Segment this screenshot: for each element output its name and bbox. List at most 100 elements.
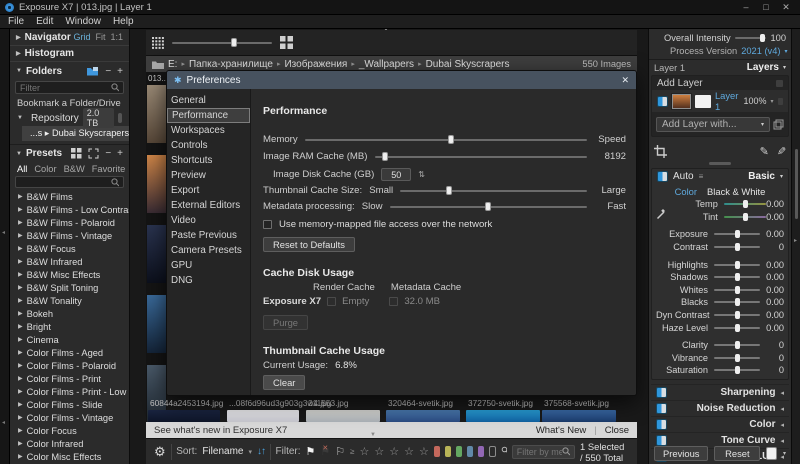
- sort-value-dropdown[interactable]: Filename: [202, 446, 243, 457]
- collapse-right-icon[interactable]: ▸: [794, 237, 797, 244]
- star-icon[interactable]: ☆: [404, 446, 414, 457]
- histogram-header[interactable]: ▶ Histogram: [10, 46, 129, 62]
- preset-folder[interactable]: ▶ Color Misc Effects: [10, 450, 129, 463]
- pen-tool-icon[interactable]: ✎: [760, 145, 769, 158]
- clarity-slider[interactable]: [714, 341, 760, 350]
- auto-menu-icon[interactable]: ≡: [699, 172, 704, 181]
- color-label-yellow[interactable]: [444, 446, 451, 457]
- stepper-arrows-icon[interactable]: ⇅: [418, 170, 425, 179]
- nav-mode-fit[interactable]: Fit: [95, 32, 105, 42]
- preset-folder[interactable]: ▶ B&W Infrared: [10, 255, 129, 268]
- left-collapse-strip[interactable]: ◂ ◂: [0, 29, 10, 464]
- star-icon[interactable]: ☆: [360, 446, 370, 457]
- dialog-nav-export[interactable]: Export: [167, 183, 250, 198]
- expand-panel-icon[interactable]: ◂: [780, 421, 784, 429]
- layer-options-icon[interactable]: [777, 97, 783, 105]
- remove-folder-icon[interactable]: −: [105, 66, 111, 77]
- flag-rejected-icon[interactable]: ⚑ ✕: [320, 445, 330, 458]
- haze-level-slider[interactable]: [714, 323, 760, 332]
- preset-folder[interactable]: ▶Color Films - Print - Low Contrast: [10, 385, 129, 398]
- thumbnail[interactable]: [227, 410, 299, 422]
- preset-folder[interactable]: ▶ B&W Films - Vintage: [10, 229, 129, 242]
- thumbnail[interactable]: [147, 295, 166, 353]
- preset-folder[interactable]: ▶ Bokeh: [10, 307, 129, 320]
- overall-intensity-slider[interactable]: [734, 34, 767, 42]
- scrollbar-thumb[interactable]: [795, 149, 798, 219]
- preset-folder[interactable]: ▶ Color Films - Polaroid: [10, 359, 129, 372]
- selected-folder-row[interactable]: ...s ▸ Dubai Skyscrapers: [22, 126, 129, 141]
- chevron-down-icon[interactable]: ▾: [783, 450, 786, 457]
- add-layer-label[interactable]: Add Layer: [657, 78, 703, 89]
- whites-slider[interactable]: [714, 285, 760, 294]
- temp-slider[interactable]: [723, 200, 767, 209]
- thumbnail[interactable]: [306, 410, 380, 422]
- thumbnail[interactable]: [147, 225, 166, 283]
- star-icon[interactable]: ☆: [374, 446, 384, 457]
- basic-panel-title[interactable]: Basic: [748, 171, 775, 182]
- expand-panel-icon[interactable]: ◂: [780, 405, 784, 413]
- menu-help[interactable]: Help: [113, 16, 134, 27]
- basic-enable-toggle-icon[interactable]: [657, 171, 668, 182]
- preset-folder[interactable]: ▶ Color Focus: [10, 424, 129, 437]
- breadcrumb-segment[interactable]: Изображения: [284, 59, 347, 70]
- dialog-nav-workspaces[interactable]: Workspaces: [167, 123, 250, 138]
- right-collapse-strip[interactable]: ▸: [791, 29, 800, 464]
- flag-picked-icon[interactable]: ⚑: [306, 445, 316, 458]
- layer-mask-thumbnail[interactable]: [695, 94, 711, 108]
- panel-enable-toggle-icon[interactable]: [656, 435, 667, 446]
- preset-folder[interactable]: ▶ B&W Focus: [10, 242, 129, 255]
- render-cache-checkbox[interactable]: [327, 297, 337, 306]
- ram-cache-slider[interactable]: [374, 151, 587, 161]
- thumbnail[interactable]: [147, 155, 166, 213]
- metadata-cache-checkbox[interactable]: [389, 297, 399, 306]
- nav-mode-1-1[interactable]: 1:1: [110, 32, 123, 42]
- preset-folder[interactable]: ▶ B&W Films: [10, 190, 129, 203]
- color-label-blue[interactable]: [466, 446, 473, 457]
- dialog-nav-external-editors[interactable]: External Editors: [167, 198, 250, 213]
- color-label-green[interactable]: [455, 446, 462, 457]
- star-icon[interactable]: ☆: [389, 446, 399, 457]
- presets-tab-all[interactable]: All: [17, 164, 27, 174]
- preset-folder[interactable]: ▶ Cinema: [10, 333, 129, 346]
- preset-folder[interactable]: ▶ Color Films - Aged: [10, 346, 129, 359]
- memory-slider[interactable]: [304, 134, 587, 144]
- layer-options-icon[interactable]: [776, 79, 783, 87]
- expand-presets-icon[interactable]: [88, 148, 99, 159]
- flag-unflagged-icon[interactable]: ⚐: [335, 445, 345, 458]
- thumbnail[interactable]: [148, 410, 220, 422]
- repository-row[interactable]: ▼ Repository 2.0 TB: [10, 108, 129, 128]
- breadcrumb-segment[interactable]: _Wallpapers: [359, 59, 414, 70]
- preset-folder[interactable]: ▶ B&W Films - Low Contrast: [10, 203, 129, 216]
- metadata-filter-input[interactable]: [511, 444, 576, 459]
- panel-noise-reduction[interactable]: Noise Reduction ◂: [651, 400, 789, 416]
- metadata-slider[interactable]: [389, 201, 587, 211]
- preset-folder[interactable]: ▶ Bright: [10, 320, 129, 333]
- reset-to-defaults-button[interactable]: Reset to Defaults: [263, 237, 355, 252]
- presets-tab-color[interactable]: Color: [34, 164, 56, 174]
- rating-operator[interactable]: ≥: [350, 447, 354, 456]
- folder-filter-input[interactable]: [15, 81, 124, 94]
- layer-opacity-dropdown[interactable]: 100%: [743, 96, 766, 106]
- add-folder-icon[interactable]: +: [117, 66, 123, 77]
- remove-preset-icon[interactable]: −: [105, 148, 111, 159]
- layers-menu[interactable]: Layers: [747, 62, 779, 73]
- presets-tab-favorite[interactable]: Favorite: [92, 164, 126, 174]
- blacks-slider[interactable]: [714, 298, 760, 307]
- highlights-slider[interactable]: [714, 260, 760, 269]
- panel-color[interactable]: Color ◂: [651, 416, 789, 432]
- layer-name[interactable]: Layer 1: [715, 90, 740, 112]
- dialog-close-icon[interactable]: ✕: [621, 75, 629, 86]
- layer-visibility-toggle-icon[interactable]: [657, 95, 668, 107]
- gear-icon[interactable]: ⚙: [154, 444, 166, 460]
- panel-scroll-grip[interactable]: [709, 162, 731, 165]
- sort-direction-icon[interactable]: ↓↑: [257, 446, 266, 457]
- add-bookmark-folder-icon[interactable]: [86, 66, 99, 76]
- menu-edit[interactable]: Edit: [36, 16, 53, 27]
- contrast-slider[interactable]: [714, 243, 760, 252]
- folder-filter-field[interactable]: [20, 82, 111, 93]
- network-checkbox[interactable]: [263, 220, 272, 229]
- expand-panel-icon[interactable]: ◂: [780, 389, 784, 397]
- star-icon[interactable]: ☆: [419, 446, 429, 457]
- dialog-nav-video[interactable]: Video: [167, 213, 250, 228]
- thumbnail[interactable]: [542, 410, 616, 422]
